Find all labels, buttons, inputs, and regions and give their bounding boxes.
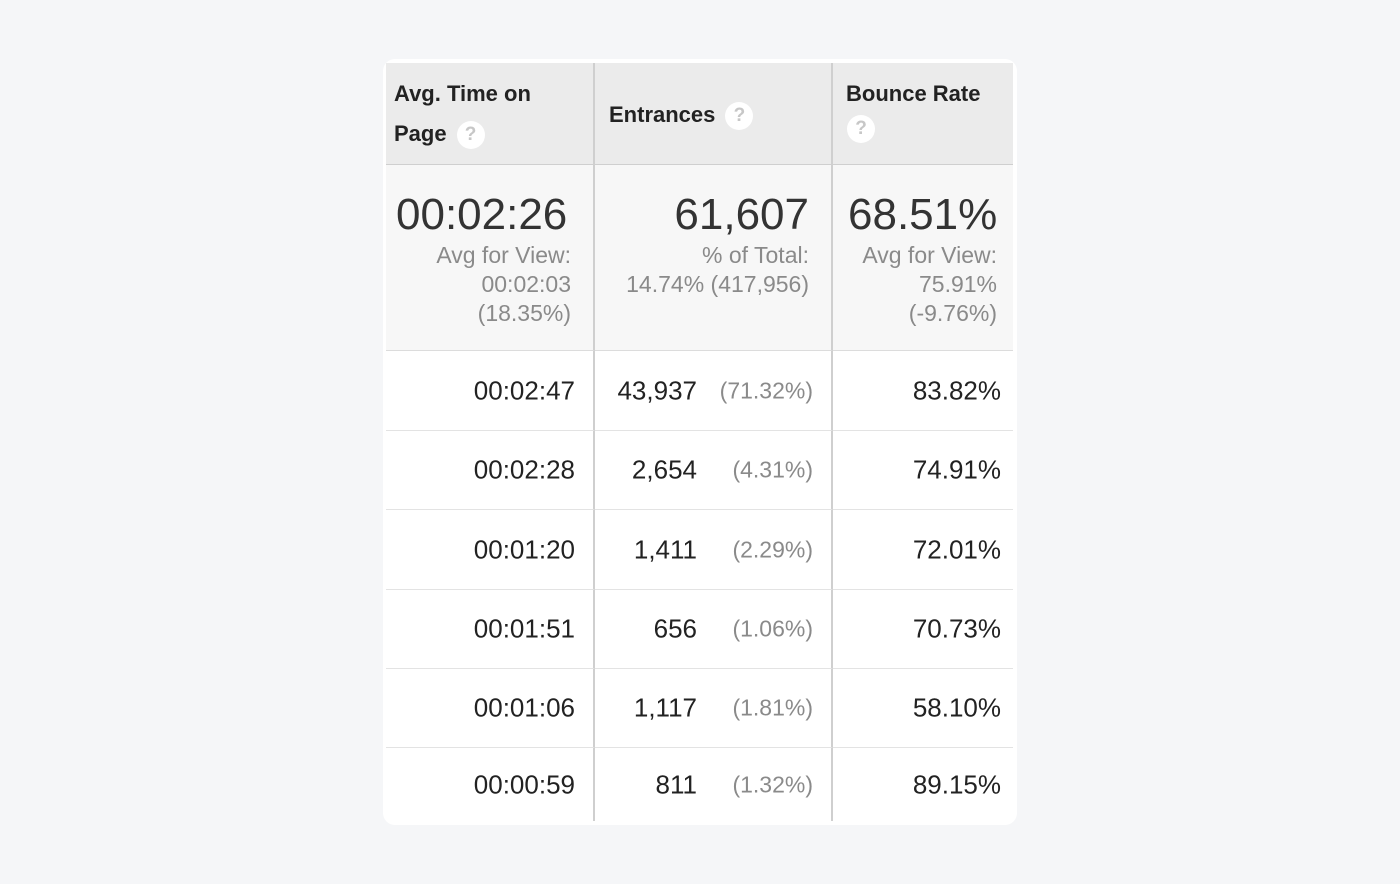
entrances-percent: (71.32%) (719, 377, 813, 403)
table-row-bounce-rate: 58.10% (833, 669, 1013, 748)
analytics-table: Avg. Time on Page? Entrances? Bounce Rat… (386, 63, 1013, 821)
bounce-rate-value: 89.15% (912, 769, 1001, 799)
header-bounce-rate[interactable]: Bounce Rate ? (833, 63, 1013, 165)
header-avg-time-label-line2: Page (394, 121, 447, 146)
table-row-bounce-rate: 70.73% (833, 590, 1013, 669)
summary-bounce-rate-caption: Avg for View: (862, 242, 997, 268)
summary-bounce-rate: 68.51% Avg for View: 75.91% (-9.76%) (833, 165, 1013, 351)
summary-entrances: 61,607 % of Total: 14.74% (417,956) (595, 165, 833, 351)
avg-time-value: 00:00:59 (473, 769, 575, 799)
avg-time-value: 00:02:47 (473, 375, 575, 405)
header-bounce-rate-label: Bounce Rate (846, 81, 981, 106)
bounce-rate-value: 74.91% (912, 454, 1001, 485)
table-row-entrances: 2,654 (4.31%) (595, 431, 833, 510)
summary-avg-time-caption: Avg for View: (436, 242, 571, 268)
summary-avg-time-value: 00:02:26 (396, 190, 568, 239)
entrances-value: 1,411 (633, 534, 697, 564)
header-entrances-label: Entrances (609, 102, 716, 127)
entrances-value: 1,117 (633, 692, 697, 723)
summary-entrances-caption: % of Total: (702, 242, 809, 268)
table-row-bounce-rate: 72.01% (833, 510, 1013, 590)
summary-bounce-rate-view-value: 75.91% (918, 271, 997, 297)
entrances-percent: (1.32%) (732, 771, 813, 797)
summary-bounce-rate-value: 68.51% (848, 190, 998, 239)
bounce-rate-value: 58.10% (912, 692, 1001, 723)
bounce-rate-value: 72.01% (912, 534, 1001, 564)
entrances-percent: (1.06%) (732, 615, 813, 642)
entrances-value: 811 (655, 769, 697, 799)
summary-entrances-value: 61,607 (674, 190, 809, 239)
table-row-avg-time: 00:02:47 (386, 351, 595, 431)
table-row-entrances: 1,117 (1.81%) (595, 669, 833, 748)
entrances-value: 2,654 (631, 454, 697, 485)
table-row-avg-time: 00:01:20 (386, 510, 595, 590)
summary-avg-time-change: (18.35%) (477, 300, 571, 326)
summary-avg-time-view-value: 00:02:03 (481, 271, 571, 297)
table-row-entrances: 43,937 (71.32%) (595, 351, 833, 431)
table-row-avg-time: 00:02:28 (386, 431, 595, 510)
avg-time-value: 00:01:20 (473, 534, 575, 564)
header-entrances[interactable]: Entrances? (595, 63, 833, 165)
entrances-percent: (2.29%) (732, 536, 813, 562)
summary-bounce-rate-change: (-9.76%) (908, 300, 997, 326)
help-icon[interactable]: ? (725, 102, 754, 131)
table-row-avg-time: 00:01:51 (386, 590, 595, 669)
bounce-rate-value: 83.82% (912, 375, 1001, 405)
header-avg-time-on-page[interactable]: Avg. Time on Page? (386, 63, 595, 165)
table-row-bounce-rate: 83.82% (833, 351, 1013, 431)
table-row-entrances: 811 (1.32%) (595, 748, 833, 821)
analytics-table-card: Avg. Time on Page? Entrances? Bounce Rat… (383, 59, 1017, 825)
help-icon[interactable]: ? (847, 115, 875, 143)
help-icon[interactable]: ? (456, 121, 485, 150)
entrances-percent: (4.31%) (732, 456, 813, 483)
entrances-percent: (1.81%) (732, 694, 813, 721)
table-row-entrances: 1,411 (2.29%) (595, 510, 833, 590)
header-avg-time-label-line1: Avg. Time on (394, 81, 531, 106)
table-row-entrances: 656 (1.06%) (595, 590, 833, 669)
summary-entrances-total: 14.74% (417,956) (626, 271, 809, 297)
avg-time-value: 00:02:28 (473, 454, 575, 485)
entrances-value: 43,937 (617, 375, 697, 405)
table-row-avg-time: 00:00:59 (386, 748, 595, 821)
table-row-bounce-rate: 74.91% (833, 431, 1013, 510)
summary-avg-time: 00:02:26 Avg for View: 00:02:03 (18.35%) (386, 165, 595, 351)
avg-time-value: 00:01:06 (473, 692, 575, 723)
table-row-avg-time: 00:01:06 (386, 669, 595, 748)
entrances-value: 656 (653, 613, 697, 644)
avg-time-value: 00:01:51 (473, 613, 575, 644)
table-row-bounce-rate: 89.15% (833, 748, 1013, 821)
bounce-rate-value: 70.73% (912, 613, 1001, 644)
